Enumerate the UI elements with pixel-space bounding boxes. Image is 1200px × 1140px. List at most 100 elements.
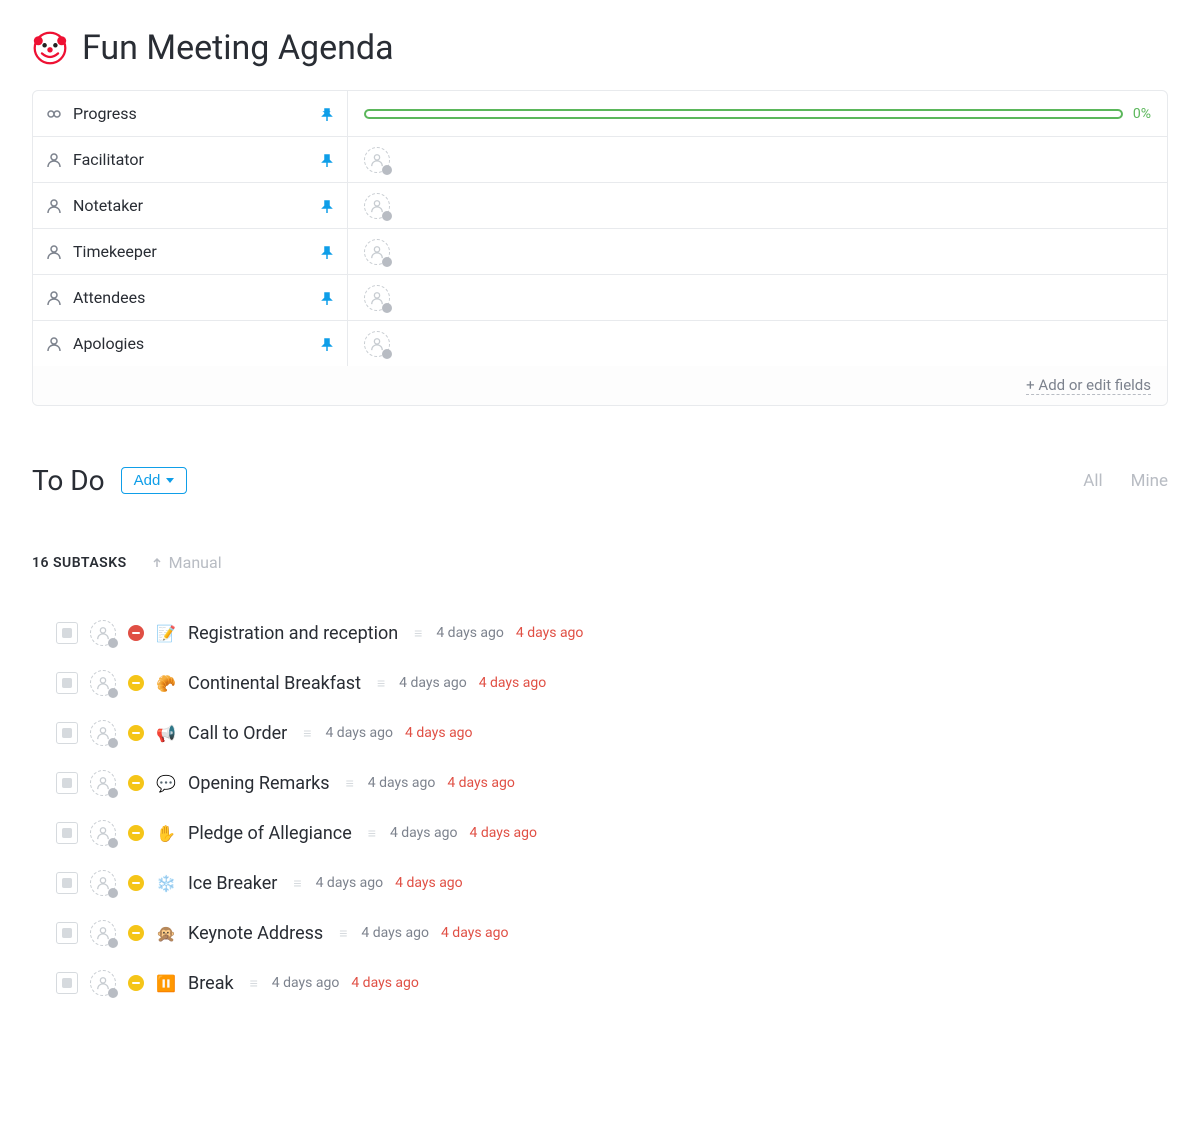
- task-due-date[interactable]: 4 days ago: [395, 875, 463, 891]
- filter-mine[interactable]: Mine: [1131, 471, 1168, 491]
- task-row[interactable]: ⏸️Break≡4 days ago4 days ago: [56, 958, 1168, 1008]
- todo-header: To Do Add All Mine: [32, 464, 1168, 497]
- task-checkbox[interactable]: [56, 722, 78, 744]
- task-row[interactable]: 🙊 Keynote Address ≡ 4 days ago 4 days ago: [56, 908, 1168, 958]
- fields-footer: + Add or edit fields: [33, 366, 1167, 405]
- sort-button[interactable]: Manual: [151, 553, 222, 572]
- pin-icon[interactable]: [319, 244, 335, 260]
- task-row[interactable]: ❄️Ice Breaker≡4 days ago4 days ago: [56, 858, 1168, 908]
- field-row-attendees[interactable]: Attendees: [33, 275, 1167, 321]
- priority-icon[interactable]: [128, 975, 144, 991]
- task-due-date[interactable]: 4 days ago: [441, 925, 509, 941]
- add-button[interactable]: Add: [121, 467, 188, 494]
- task-name[interactable]: Break: [188, 973, 234, 994]
- assign-person-button[interactable]: [364, 285, 390, 311]
- pin-icon[interactable]: [319, 290, 335, 306]
- task-checkbox[interactable]: [56, 622, 78, 644]
- task-checkbox[interactable]: [56, 822, 78, 844]
- priority-icon[interactable]: [128, 625, 144, 641]
- assign-person-button[interactable]: [364, 331, 390, 357]
- task-name[interactable]: Continental Breakfast: [188, 673, 361, 694]
- chevron-down-icon: [166, 478, 174, 483]
- task-emoji-icon: 🥐: [156, 673, 176, 693]
- task-assignee-button[interactable]: [90, 920, 116, 946]
- task-assignee-button[interactable]: [90, 720, 116, 746]
- pin-icon[interactable]: [319, 152, 335, 168]
- task-emoji-icon: 📝: [156, 623, 176, 643]
- drag-handle-icon[interactable]: ≡: [342, 775, 356, 792]
- task-due-date[interactable]: 4 days ago: [469, 825, 537, 841]
- drag-handle-icon[interactable]: ≡: [289, 875, 303, 892]
- pin-icon[interactable]: [319, 198, 335, 214]
- drag-handle-icon[interactable]: ≡: [364, 825, 378, 842]
- person-icon: [45, 151, 63, 169]
- task-created-date: 4 days ago: [436, 625, 504, 641]
- todo-title: To Do: [32, 464, 105, 497]
- task-name[interactable]: Pledge of Allegiance: [188, 823, 352, 844]
- task-assignee-button[interactable]: [90, 670, 116, 696]
- field-label: Timekeeper: [73, 242, 157, 261]
- task-due-date[interactable]: 4 days ago: [516, 625, 584, 641]
- pin-icon[interactable]: [319, 106, 335, 122]
- add-edit-fields-button[interactable]: + Add or edit fields: [1026, 376, 1151, 395]
- custom-fields-panel: Progress 0% Facilitator: [32, 90, 1168, 406]
- task-row[interactable]: 📢Call to Order≡4 days ago4 days ago: [56, 708, 1168, 758]
- task-assignee-button[interactable]: [90, 820, 116, 846]
- person-icon: [45, 243, 63, 261]
- task-due-date[interactable]: 4 days ago: [405, 725, 473, 741]
- task-due-date[interactable]: 4 days ago: [479, 675, 547, 691]
- task-checkbox[interactable]: [56, 922, 78, 944]
- progress-value: 0%: [1133, 106, 1151, 122]
- assign-person-button[interactable]: [364, 193, 390, 219]
- priority-icon[interactable]: [128, 825, 144, 841]
- assign-person-button[interactable]: [364, 239, 390, 265]
- person-icon: [45, 197, 63, 215]
- field-row-facilitator[interactable]: Facilitator: [33, 137, 1167, 183]
- task-due-date[interactable]: 4 days ago: [447, 775, 515, 791]
- drag-handle-icon[interactable]: ≡: [299, 725, 313, 742]
- pin-icon[interactable]: [319, 336, 335, 352]
- task-emoji-icon: ⏸️: [156, 973, 176, 993]
- priority-icon[interactable]: [128, 875, 144, 891]
- field-row-progress[interactable]: Progress 0%: [33, 91, 1167, 137]
- progress-bar[interactable]: [364, 109, 1123, 119]
- priority-icon[interactable]: [128, 775, 144, 791]
- task-name[interactable]: Call to Order: [188, 723, 287, 744]
- task-checkbox[interactable]: [56, 872, 78, 894]
- task-assignee-button[interactable]: [90, 770, 116, 796]
- task-name[interactable]: Opening Remarks: [188, 773, 330, 794]
- field-row-notetaker[interactable]: Notetaker: [33, 183, 1167, 229]
- field-row-apologies[interactable]: Apologies: [33, 321, 1167, 366]
- drag-handle-icon[interactable]: ≡: [410, 625, 424, 642]
- task-created-date: 4 days ago: [399, 675, 467, 691]
- task-assignee-button[interactable]: [90, 620, 116, 646]
- drag-handle-icon[interactable]: ≡: [373, 675, 387, 692]
- task-row[interactable]: 💬Opening Remarks≡4 days ago4 days ago: [56, 758, 1168, 808]
- task-row[interactable]: 🥐 Continental Breakfast ≡ 4 days ago 4 days …: [56, 658, 1168, 708]
- task-checkbox[interactable]: [56, 672, 78, 694]
- task-emoji-icon: ❄️: [156, 873, 176, 893]
- task-name[interactable]: Registration and reception: [188, 623, 398, 644]
- task-due-date[interactable]: 4 days ago: [351, 975, 419, 991]
- task-emoji-icon: 🙊: [156, 923, 176, 943]
- priority-icon[interactable]: [128, 725, 144, 741]
- drag-handle-icon[interactable]: ≡: [246, 975, 260, 992]
- task-row[interactable]: ✋Pledge of Allegiance≡4 days ago4 days a…: [56, 808, 1168, 858]
- task-name[interactable]: Ice Breaker: [188, 873, 277, 894]
- task-assignee-button[interactable]: [90, 970, 116, 996]
- person-icon: [45, 289, 63, 307]
- filter-all[interactable]: All: [1083, 471, 1102, 491]
- field-row-timekeeper[interactable]: Timekeeper: [33, 229, 1167, 275]
- priority-icon[interactable]: [128, 925, 144, 941]
- task-assignee-button[interactable]: [90, 870, 116, 896]
- assign-person-button[interactable]: [364, 147, 390, 173]
- priority-icon[interactable]: [128, 675, 144, 691]
- task-created-date: 4 days ago: [325, 725, 393, 741]
- task-row[interactable]: 📝 Registration and reception ≡ 4 days ago 4 …: [56, 608, 1168, 658]
- subtask-count: 16 SUBTASKS: [32, 555, 127, 571]
- task-checkbox[interactable]: [56, 972, 78, 994]
- task-checkbox[interactable]: [56, 772, 78, 794]
- drag-handle-icon[interactable]: ≡: [335, 925, 349, 942]
- task-created-date: 4 days ago: [361, 925, 429, 941]
- task-name[interactable]: Keynote Address: [188, 923, 323, 944]
